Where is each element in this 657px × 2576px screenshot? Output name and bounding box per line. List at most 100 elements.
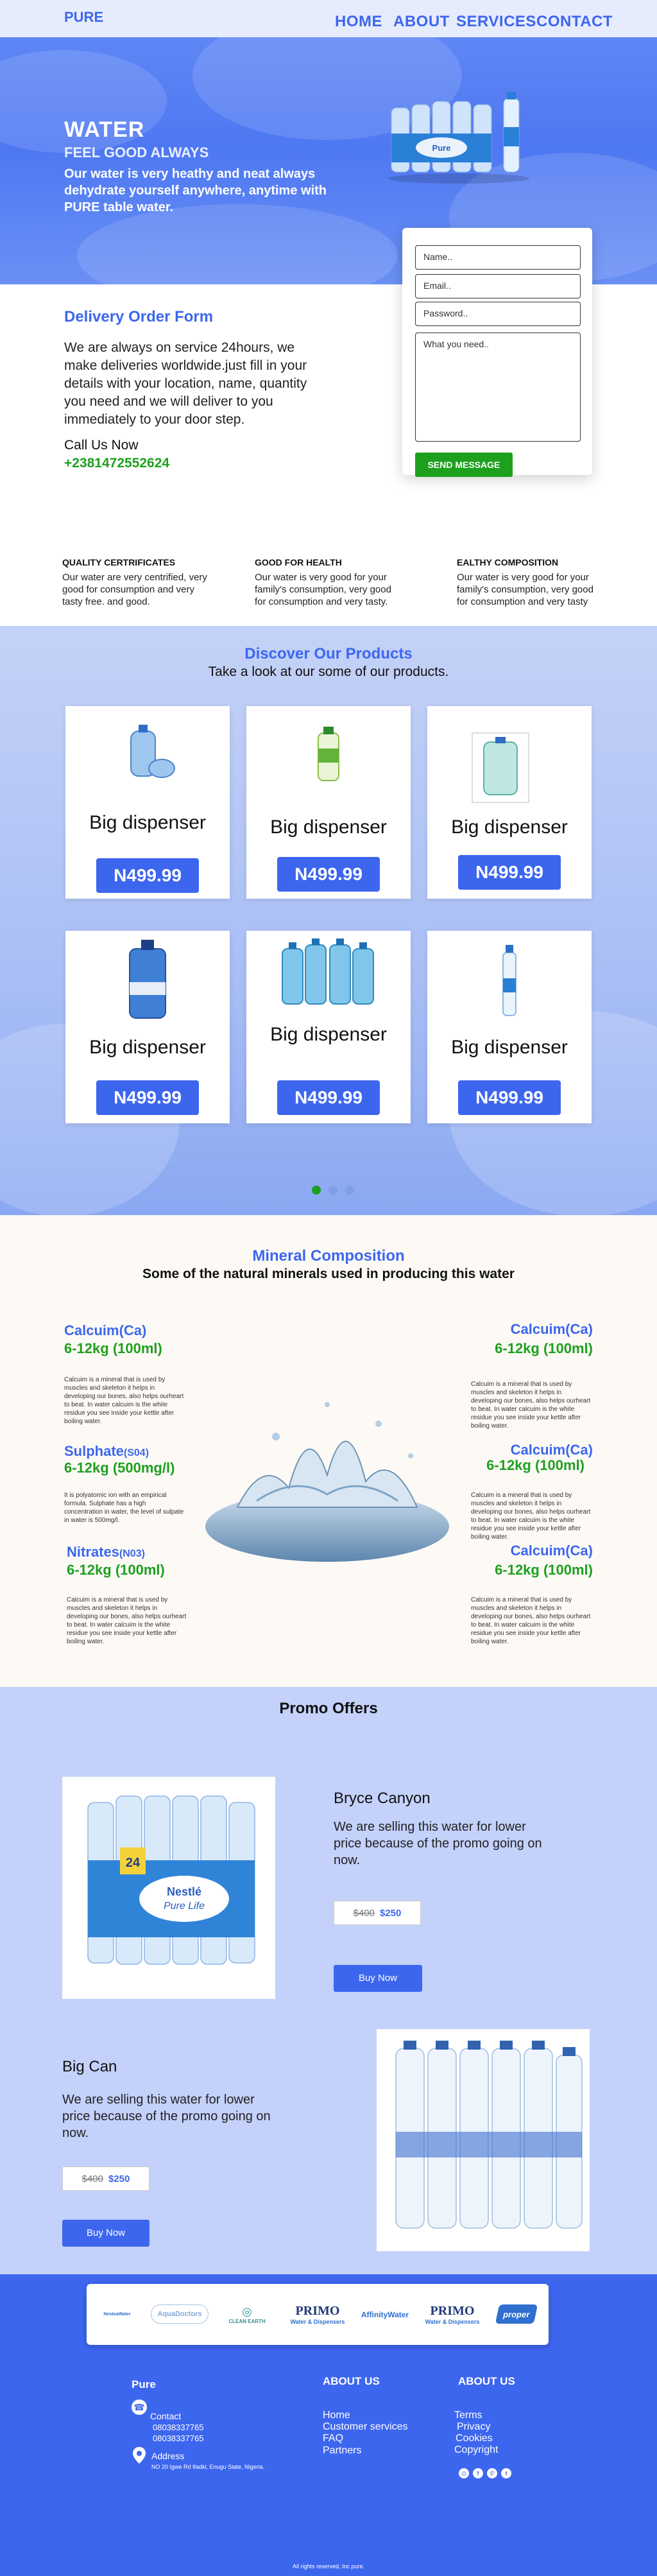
product-card[interactable]: Big dispenser N499.99	[65, 931, 230, 1123]
mineral-name: Calcuim(Ca)	[510, 1321, 593, 1337]
email-input[interactable]: Email..	[415, 274, 581, 298]
product-name: Big dispenser	[270, 1024, 387, 1045]
footer-link-privacy[interactable]: Privacy	[457, 2421, 490, 2433]
product-price-button[interactable]: N499.99	[277, 1080, 380, 1115]
product-price-button[interactable]: N499.99	[458, 1080, 561, 1115]
contact-label: Contact	[150, 2411, 182, 2421]
password-input[interactable]: Password..	[415, 302, 581, 326]
whatsapp-icon[interactable]: ✆	[487, 2468, 497, 2478]
brand-logo: PRIMO Water & Dispensers	[425, 2304, 480, 2325]
carousel-dot-active[interactable]	[312, 1186, 321, 1195]
facebook-icon[interactable]: f	[473, 2468, 483, 2478]
footer-link-faq[interactable]: FAQ	[323, 2433, 343, 2444]
nav-about[interactable]: ABOUT	[393, 13, 450, 31]
twitter-icon[interactable]: t	[501, 2468, 511, 2478]
product-name: Big dispenser	[89, 1037, 206, 1058]
gallon-jug-icon	[129, 940, 166, 1019]
footer-link-cookies[interactable]: Cookies	[456, 2433, 493, 2444]
product-card[interactable]: Big dispenser N499.99	[246, 931, 411, 1123]
mineral-name: Nitrates(N03)	[67, 1544, 145, 1560]
tall-bottle-icon	[502, 945, 516, 1016]
product-card[interactable]: Big dispenser N499.99	[427, 931, 592, 1123]
footer-link-customer-services[interactable]: Customer services	[323, 2421, 407, 2433]
send-message-button[interactable]: SEND MESSAGE	[415, 453, 513, 477]
footer-link-partners[interactable]: Partners	[323, 2445, 361, 2457]
promo-desc: We are selling this water for lower pric…	[62, 2093, 271, 2140]
hero-subtitle: FEEL GOOD ALWAYS	[64, 144, 209, 160]
products-title: Discover Our Products	[244, 645, 413, 662]
contact-phone[interactable]: 08038337765	[153, 2423, 204, 2432]
delivery-title: Delivery Order Form	[64, 308, 214, 325]
hero-title: WATER	[64, 117, 145, 142]
product-card[interactable]: Big dispenser N499.99	[65, 706, 230, 899]
footer-link-terms[interactable]: Terms	[454, 2410, 482, 2421]
footer-brand: Pure	[132, 2378, 156, 2390]
minerals-subtitle: Some of the natural minerals used in pro…	[142, 1266, 515, 1281]
carousel-dot[interactable]	[328, 1186, 337, 1195]
product-card[interactable]: Big dispenser N499.99	[427, 706, 592, 899]
mineral-name: Calcuim(Ca)	[510, 1442, 593, 1458]
water-jug-icon	[130, 725, 175, 778]
product-name: Big dispenser	[89, 812, 206, 833]
top-navbar: PURE HOME ABOUT SERVICES CONTACT	[0, 0, 657, 37]
hero-text: Our water is very heathy and neat always…	[64, 167, 327, 214]
call-us-label: Call Us Now	[64, 438, 139, 453]
brand-logo: ◎ CLEAN EARTH	[228, 2304, 266, 2324]
footer-link-home[interactable]: Home	[323, 2410, 350, 2421]
water-splash-image	[205, 1402, 449, 1562]
footer-link-copyright[interactable]: Copyright	[454, 2444, 498, 2456]
small-bottle-icon	[318, 727, 339, 781]
copyright-text: All rights reserved, Inc pure.	[292, 2563, 365, 2570]
mineral-value: 6-12kg (100ml)	[495, 1340, 593, 1356]
product-price-button[interactable]: N499.99	[96, 858, 199, 893]
nav-contact[interactable]: CONTACT	[536, 13, 613, 31]
address-text: NO 20 Igwe Rd Ifadkl, Enugu State, Niger…	[151, 2464, 265, 2470]
product-name: Big dispenser	[451, 1037, 568, 1058]
product-card[interactable]: Big dispenser N499.99	[246, 706, 411, 899]
promo-price: $400 $250	[334, 1901, 421, 1925]
mineral-desc: Calcuim is a mineral that is used by mus…	[67, 1596, 187, 1645]
minerals-title: Mineral Composition	[252, 1247, 405, 1265]
nav-home[interactable]: HOME	[335, 13, 382, 31]
svg-text:24: 24	[126, 1856, 141, 1870]
footer-about-title: ABOUT US	[323, 2375, 380, 2387]
product-price-button[interactable]: N499.99	[96, 1080, 199, 1115]
water-pack-image: 24 Nestlé Pure Life	[87, 1795, 255, 1965]
promo-image: 24 Nestlé Pure Life	[62, 1777, 275, 1999]
feature-text-composition: Our water is very good for your family's…	[457, 572, 593, 607]
buy-now-button[interactable]: Buy Now	[334, 1965, 422, 1992]
partner-brands: NesteaWater AquaDoctors ◎ CLEAN EARTH PRI…	[87, 2284, 549, 2345]
buy-now-button[interactable]: Buy Now	[62, 2220, 149, 2247]
mineral-desc: Calcuim is a mineral that is used by mus…	[471, 1381, 591, 1430]
promo-title: Promo Offers	[279, 1700, 378, 1717]
footer: NesteaWater AquaDoctors ◎ CLEAN EARTH PRI…	[0, 2274, 657, 2576]
promo-desc: We are selling this water for lower pric…	[334, 1820, 542, 1867]
svg-text:Pure: Pure	[432, 143, 451, 153]
phone-number[interactable]: +2381472552624	[64, 456, 169, 471]
mineral-name: Sulphate(S04)	[64, 1443, 149, 1459]
mineral-desc: It is polyatomic ion with an empirical f…	[64, 1492, 184, 1524]
message-textarea[interactable]: What you need..	[415, 333, 581, 442]
brand-logo: NesteaWater	[103, 2312, 131, 2317]
product-name: Big dispenser	[270, 817, 387, 838]
mineral-value: 6-12kg (100ml)	[64, 1340, 162, 1356]
product-price-button[interactable]: N499.99	[277, 857, 380, 892]
name-input[interactable]: Name..	[415, 245, 581, 270]
promo-name: Big Can	[62, 2058, 117, 2075]
promo-section: Promo Offers 24 Nestlé Pure Life Bryce C…	[0, 1687, 657, 2274]
nav-services[interactable]: SERVICES	[456, 13, 536, 31]
feature-title-composition: EALTHY COMPOSITION	[457, 557, 559, 567]
feature-title-health: GOOD FOR HEALTH	[255, 557, 342, 567]
contact-phone[interactable]: 08038337765	[153, 2433, 204, 2443]
brand-logo: proper	[495, 2304, 538, 2324]
instagram-icon[interactable]: ◎	[459, 2468, 469, 2478]
footer-about-title-2: ABOUT US	[458, 2375, 515, 2387]
mineral-value: 6-12kg (100ml)	[495, 1562, 593, 1578]
logo[interactable]: PURE	[64, 9, 103, 26]
mineral-desc: Calcuim is a mineral that is used by mus…	[64, 1376, 184, 1425]
promo-name: Bryce Canyon	[334, 1790, 431, 1807]
carousel-dot[interactable]	[345, 1186, 354, 1195]
mineral-value: 6-12kg (100ml)	[67, 1562, 165, 1578]
product-price-button[interactable]: N499.99	[458, 855, 561, 890]
dispenser-bottle-icon	[472, 732, 529, 803]
